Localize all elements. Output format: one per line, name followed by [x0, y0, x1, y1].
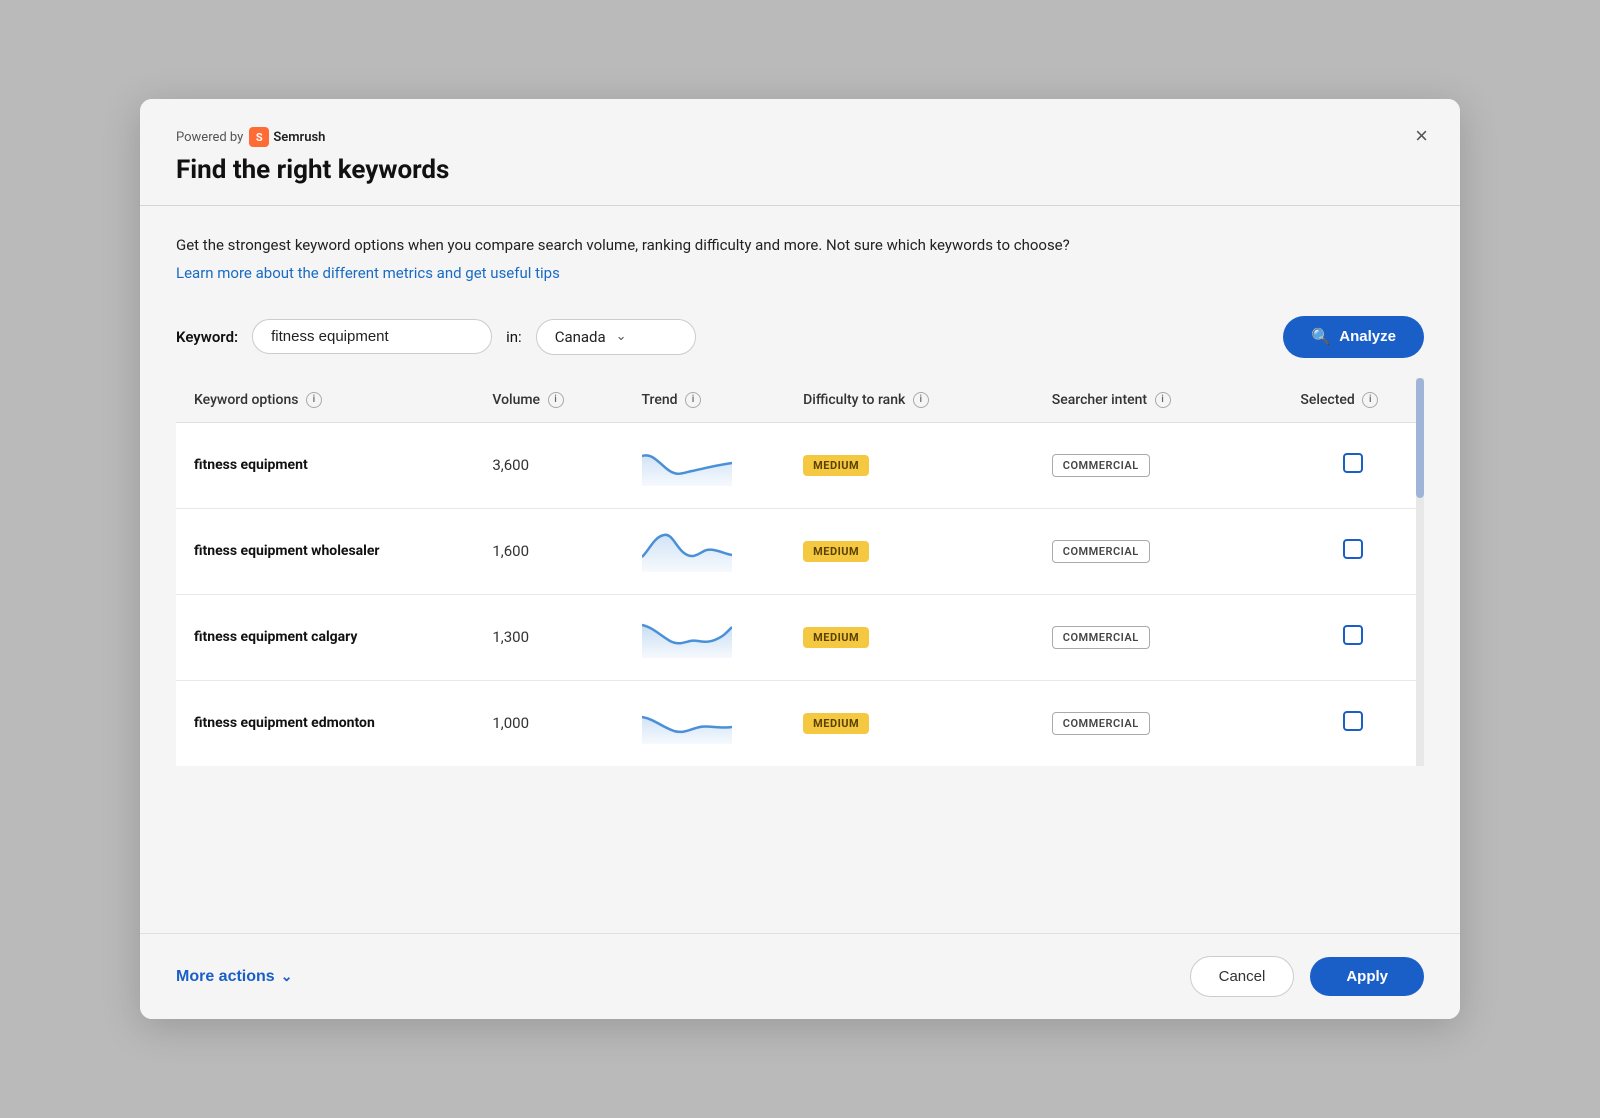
- keyword-options-info-icon[interactable]: i: [306, 392, 322, 408]
- trend-chart-4: [642, 699, 732, 744]
- table-header: Keyword options i Volume i Trend i: [176, 378, 1424, 423]
- keyword-label: Keyword:: [176, 328, 238, 346]
- selected-cell: [1282, 508, 1424, 594]
- chevron-down-icon: ⌄: [281, 968, 293, 985]
- row-checkbox-3[interactable]: [1343, 625, 1363, 645]
- difficulty-cell: MEDIUM: [785, 594, 1034, 680]
- table-row: fitness equipment edmonton 1,000: [176, 680, 1424, 766]
- col-header-intent: Searcher intent i: [1034, 378, 1283, 423]
- apply-button[interactable]: Apply: [1310, 957, 1424, 996]
- semrush-logo: S Semrush: [249, 127, 325, 147]
- col-header-trend: Trend i: [624, 378, 786, 423]
- search-icon: 🔍: [1311, 327, 1331, 347]
- trend-chart-1: [642, 441, 732, 486]
- close-button[interactable]: ×: [1411, 121, 1432, 151]
- scrollbar-thumb[interactable]: [1416, 378, 1424, 498]
- keyword-cell: fitness equipment calgary: [176, 594, 474, 680]
- learn-more-link[interactable]: Learn more about the different metrics a…: [176, 264, 560, 282]
- modal-overlay: Powered by S Semrush Find the right keyw…: [0, 0, 1600, 1118]
- keyword-search-row: Keyword: in: Canada ⌄ 🔍 Analyze: [176, 306, 1424, 378]
- selected-info-icon[interactable]: i: [1362, 392, 1378, 408]
- semrush-icon: S: [249, 127, 269, 147]
- col-header-difficulty: Difficulty to rank i: [785, 378, 1034, 423]
- analyze-label: Analyze: [1339, 328, 1396, 345]
- semrush-brand-name: Semrush: [273, 130, 325, 145]
- country-value: Canada: [555, 328, 606, 346]
- trend-cell: [624, 422, 786, 508]
- description-text: Get the strongest keyword options when y…: [176, 234, 1424, 257]
- col-header-selected: Selected i: [1282, 378, 1424, 423]
- modal-footer: More actions ⌄ Cancel Apply: [140, 933, 1460, 1019]
- intent-cell: COMMERCIAL: [1034, 422, 1283, 508]
- keyword-cell: fitness equipment: [176, 422, 474, 508]
- difficulty-info-icon[interactable]: i: [913, 392, 929, 408]
- difficulty-cell: MEDIUM: [785, 680, 1034, 766]
- col-header-volume: Volume i: [474, 378, 623, 423]
- keyword-cell: fitness equipment wholesaler: [176, 508, 474, 594]
- table-body: fitness equipment 3,600: [176, 422, 1424, 766]
- difficulty-cell: MEDIUM: [785, 422, 1034, 508]
- keyword-input[interactable]: [252, 319, 492, 354]
- selected-cell: [1282, 594, 1424, 680]
- trend-chart-3: [642, 613, 732, 658]
- scrollbar-track: [1416, 378, 1424, 766]
- trend-info-icon[interactable]: i: [685, 392, 701, 408]
- volume-cell: 3,600: [474, 422, 623, 508]
- volume-cell: 1,300: [474, 594, 623, 680]
- trend-cell: [624, 594, 786, 680]
- modal-title: Find the right keywords: [176, 155, 1424, 205]
- table-row: fitness equipment 3,600: [176, 422, 1424, 508]
- intent-cell: COMMERCIAL: [1034, 680, 1283, 766]
- table-row: fitness equipment calgary 1,300: [176, 594, 1424, 680]
- trend-cell: [624, 508, 786, 594]
- footer-actions: Cancel Apply: [1190, 956, 1424, 997]
- powered-by-row: Powered by S Semrush: [176, 127, 1424, 147]
- analyze-button[interactable]: 🔍 Analyze: [1283, 316, 1424, 358]
- volume-cell: 1,000: [474, 680, 623, 766]
- intent-info-icon[interactable]: i: [1155, 392, 1171, 408]
- volume-cell: 1,600: [474, 508, 623, 594]
- table-row: fitness equipment wholesaler 1,600: [176, 508, 1424, 594]
- chevron-down-icon: ⌄: [616, 329, 627, 344]
- trend-cell: [624, 680, 786, 766]
- volume-info-icon[interactable]: i: [548, 392, 564, 408]
- selected-cell: [1282, 680, 1424, 766]
- col-header-keyword: Keyword options i: [176, 378, 474, 423]
- modal-header: Powered by S Semrush Find the right keyw…: [140, 99, 1460, 205]
- more-actions-label: More actions: [176, 968, 275, 986]
- row-checkbox-1[interactable]: [1343, 453, 1363, 473]
- more-actions-button[interactable]: More actions ⌄: [176, 968, 292, 986]
- keywords-table: Keyword options i Volume i Trend i: [176, 378, 1424, 766]
- difficulty-cell: MEDIUM: [785, 508, 1034, 594]
- intent-cell: COMMERCIAL: [1034, 594, 1283, 680]
- modal-dialog: Powered by S Semrush Find the right keyw…: [140, 99, 1460, 1019]
- keyword-cell: fitness equipment edmonton: [176, 680, 474, 766]
- country-select[interactable]: Canada ⌄: [536, 319, 696, 355]
- intent-cell: COMMERCIAL: [1034, 508, 1283, 594]
- selected-cell: [1282, 422, 1424, 508]
- cancel-button[interactable]: Cancel: [1190, 956, 1295, 997]
- keywords-table-wrapper: Keyword options i Volume i Trend i: [176, 378, 1424, 766]
- row-checkbox-4[interactable]: [1343, 711, 1363, 731]
- row-checkbox-2[interactable]: [1343, 539, 1363, 559]
- in-label: in:: [506, 328, 522, 346]
- powered-by-text: Powered by: [176, 130, 243, 145]
- modal-body: Get the strongest keyword options when y…: [140, 206, 1460, 933]
- trend-chart-2: [642, 527, 732, 572]
